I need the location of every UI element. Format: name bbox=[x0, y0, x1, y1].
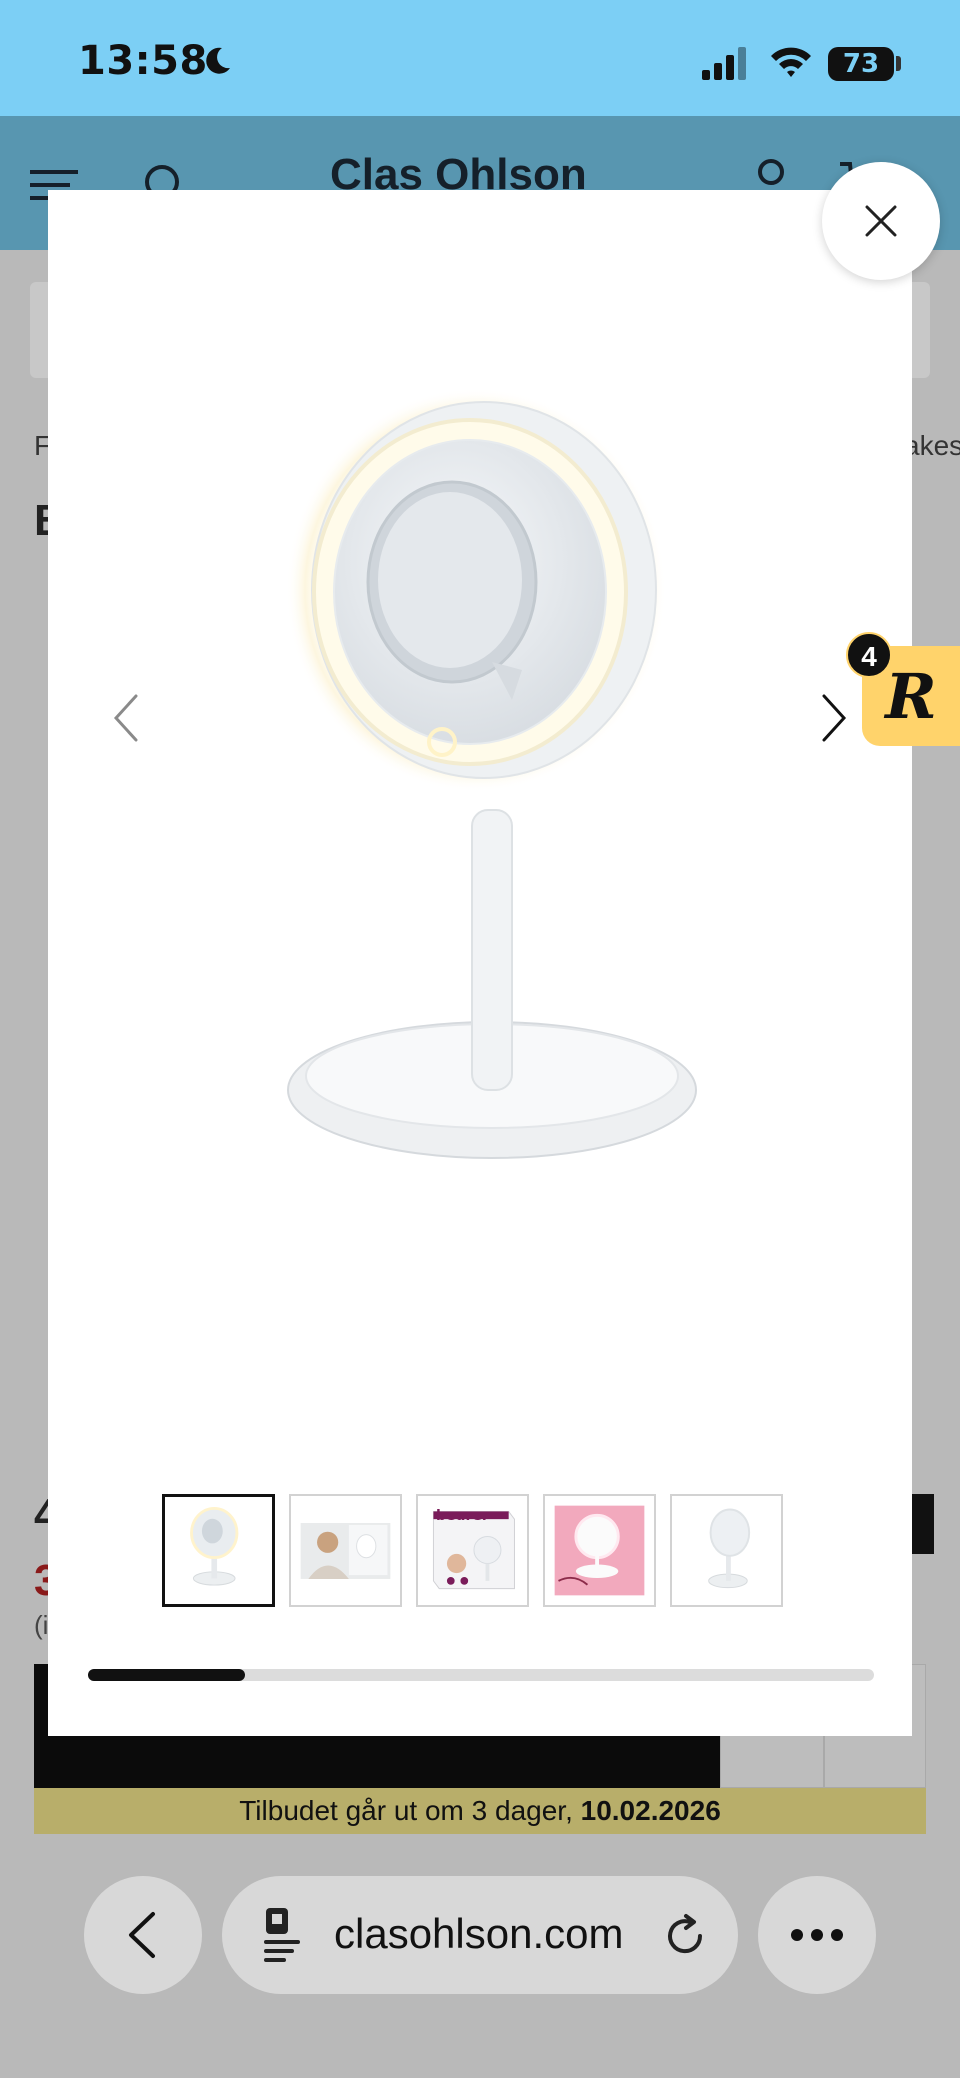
offer-date: 10.02.2026 bbox=[580, 1795, 721, 1826]
price-note: (i bbox=[34, 1610, 49, 1640]
thumb-mirror-front[interactable] bbox=[162, 1494, 275, 1607]
gallery-progress-track bbox=[88, 1669, 874, 1681]
status-time: 13:58 bbox=[78, 38, 208, 84]
thumb-mirror-angle[interactable] bbox=[670, 1494, 783, 1607]
status-bar: 13:58 73 bbox=[0, 0, 960, 116]
offer-banner: Tilbudet går ut om 3 dager, 10.02.2026 bbox=[34, 1788, 926, 1834]
gallery-progress-fill bbox=[88, 1669, 246, 1681]
offer-text: Tilbudet går ut om 3 dager, bbox=[239, 1795, 581, 1826]
product-image bbox=[286, 388, 697, 1159]
thumb-woman-using-mirror[interactable] bbox=[289, 1494, 402, 1607]
breadcrumb-right[interactable]: akes bbox=[904, 430, 960, 462]
thumb-mirror-pink[interactable] bbox=[543, 1494, 656, 1607]
thumb-brand-label: beurer bbox=[436, 1508, 489, 1524]
battery-icon: 73 bbox=[828, 47, 894, 81]
thumb-product-box[interactable]: beurer bbox=[416, 1494, 529, 1607]
chevron-right-icon[interactable] bbox=[814, 690, 854, 746]
back-icon bbox=[129, 1912, 155, 1958]
url-text: clasohlson.com bbox=[334, 1910, 624, 1957]
signal-icon bbox=[702, 47, 746, 80]
wifi-icon bbox=[771, 47, 811, 77]
rewards-count-badge: 4 bbox=[846, 632, 892, 678]
rewards-logo-letter: R bbox=[885, 659, 937, 733]
thumbnail-strip: beurer bbox=[162, 1494, 783, 1607]
browser-back-button[interactable] bbox=[84, 1876, 202, 1994]
dark-block bbox=[910, 1494, 934, 1554]
chevron-left-icon[interactable] bbox=[106, 690, 146, 746]
browser-more-button[interactable] bbox=[758, 1876, 876, 1994]
close-icon bbox=[865, 205, 897, 237]
more-icon bbox=[791, 1929, 843, 1941]
url-bar[interactable]: clasohlson.com bbox=[222, 1876, 738, 1994]
moon-icon bbox=[206, 47, 230, 74]
battery-tip bbox=[896, 56, 901, 71]
close-gallery-button[interactable] bbox=[822, 162, 940, 280]
reader-icon[interactable] bbox=[262, 1906, 308, 1964]
reload-icon[interactable] bbox=[662, 1912, 708, 1958]
